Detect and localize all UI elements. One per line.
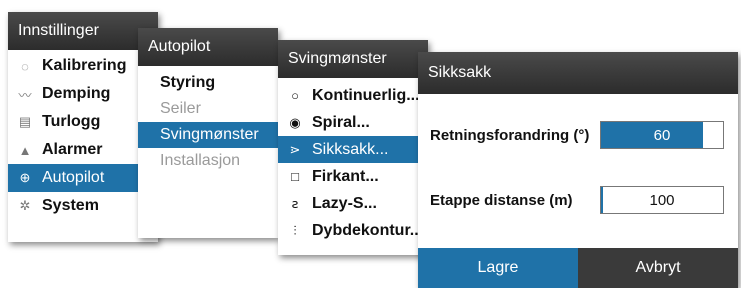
menu-item-label: Kalibrering <box>42 57 127 74</box>
menu-item-dybdekontur[interactable]: ⫶ Dybdekontur... <box>278 217 428 244</box>
menu-item-label: Seiler <box>160 100 201 117</box>
cancel-button[interactable]: Avbryt <box>578 248 738 288</box>
menu-item-label: Styring <box>160 74 216 91</box>
menu-item-kontinuerlig[interactable]: ○ Kontinuerlig... <box>278 82 428 109</box>
gear-icon: ✲ <box>19 198 31 213</box>
menu-item-sikksakk[interactable]: ⋗ Sikksakk... <box>278 136 428 163</box>
save-button[interactable]: Lagre <box>418 248 578 288</box>
menu-item-alarmer[interactable]: ▲ Alarmer <box>8 136 158 164</box>
retningsforandring-value: 60 <box>653 126 671 144</box>
menu-item-label: Spiral... <box>312 113 370 131</box>
menu-item-label: Lazy-S... <box>312 194 377 212</box>
menu-item-label: System <box>42 197 99 214</box>
menu-item-label: Autopilot <box>42 169 105 186</box>
menu-item-system[interactable]: ✲ System <box>8 192 158 220</box>
square-icon: □ <box>291 169 299 184</box>
etappe-distanse-value: 100 <box>649 191 675 209</box>
menu-item-styring[interactable]: Styring <box>138 70 278 96</box>
menu-item-turlogg[interactable]: ▤ Turlogg <box>8 108 158 136</box>
circle-icon: ○ <box>291 88 299 103</box>
innstillinger-panel: Innstillinger ◌ Kalibrering 〰 Demping ▤ … <box>8 12 158 242</box>
alarm-bell-icon: ▲ <box>18 142 32 158</box>
menu-item-label: Kontinuerlig... <box>312 86 420 104</box>
menu-item-lazy-s[interactable]: ꙅ Lazy-S... <box>278 190 428 217</box>
menu-item-label: Demping <box>42 85 111 102</box>
steering-wheel-icon: ⊕ <box>19 170 31 185</box>
etappe-distanse-field[interactable]: 100 <box>600 186 724 214</box>
menu-item-seiler: Seiler <box>138 96 278 122</box>
menu-item-label: Dybdekontur... <box>312 221 424 239</box>
damping-icon: 〰 <box>18 87 32 103</box>
menu-item-label: Svingmønster <box>160 126 259 143</box>
menu-item-label: Installasjon <box>160 152 241 169</box>
menu-item-firkant[interactable]: □ Firkant... <box>278 163 428 190</box>
menu-item-label: Turlogg <box>42 113 101 130</box>
menu-item-demping[interactable]: 〰 Demping <box>8 80 158 108</box>
menu-item-kalibrering[interactable]: ◌ Kalibrering <box>8 52 158 80</box>
menu-item-svingmonster[interactable]: Svingmønster <box>138 122 278 148</box>
menu-item-label: Firkant... <box>312 167 379 185</box>
menu-item-installasjon: Installasjon <box>138 148 278 174</box>
spiral-icon: ◉ <box>289 114 301 130</box>
lazy-s-icon: ꙅ <box>291 195 299 211</box>
svingmonster-title: Svingmønster <box>278 40 428 78</box>
depth-contour-icon: ⫶ <box>293 222 297 238</box>
field-label-retningsforandring: Retningsforandring (°) <box>430 127 590 144</box>
autopilot-panel: Autopilot Styring Seiler Svingmønster In… <box>138 28 278 238</box>
autopilot-title: Autopilot <box>138 28 278 66</box>
menu-item-label: Alarmer <box>42 141 103 158</box>
svingmonster-panel: Svingmønster ○ Kontinuerlig... ◉ Spiral.… <box>278 40 428 255</box>
trip-log-icon: ▤ <box>18 114 32 129</box>
menu-item-autopilot[interactable]: ⊕ Autopilot <box>8 164 158 192</box>
zigzag-icon: ⋗ <box>289 141 301 157</box>
menu-item-label: Sikksakk... <box>312 140 389 158</box>
calibration-icon: ◌ <box>21 58 29 74</box>
innstillinger-title: Innstillinger <box>8 12 158 50</box>
menu-item-spiral[interactable]: ◉ Spiral... <box>278 109 428 136</box>
field-label-etappe-distanse: Etappe distanse (m) <box>430 192 573 209</box>
retningsforandring-field[interactable]: 60 <box>600 121 724 149</box>
sikksakk-dialog: Sikksakk Retningsforandring (°) 60 Etapp… <box>418 52 738 288</box>
sikksakk-title: Sikksakk <box>418 52 738 94</box>
